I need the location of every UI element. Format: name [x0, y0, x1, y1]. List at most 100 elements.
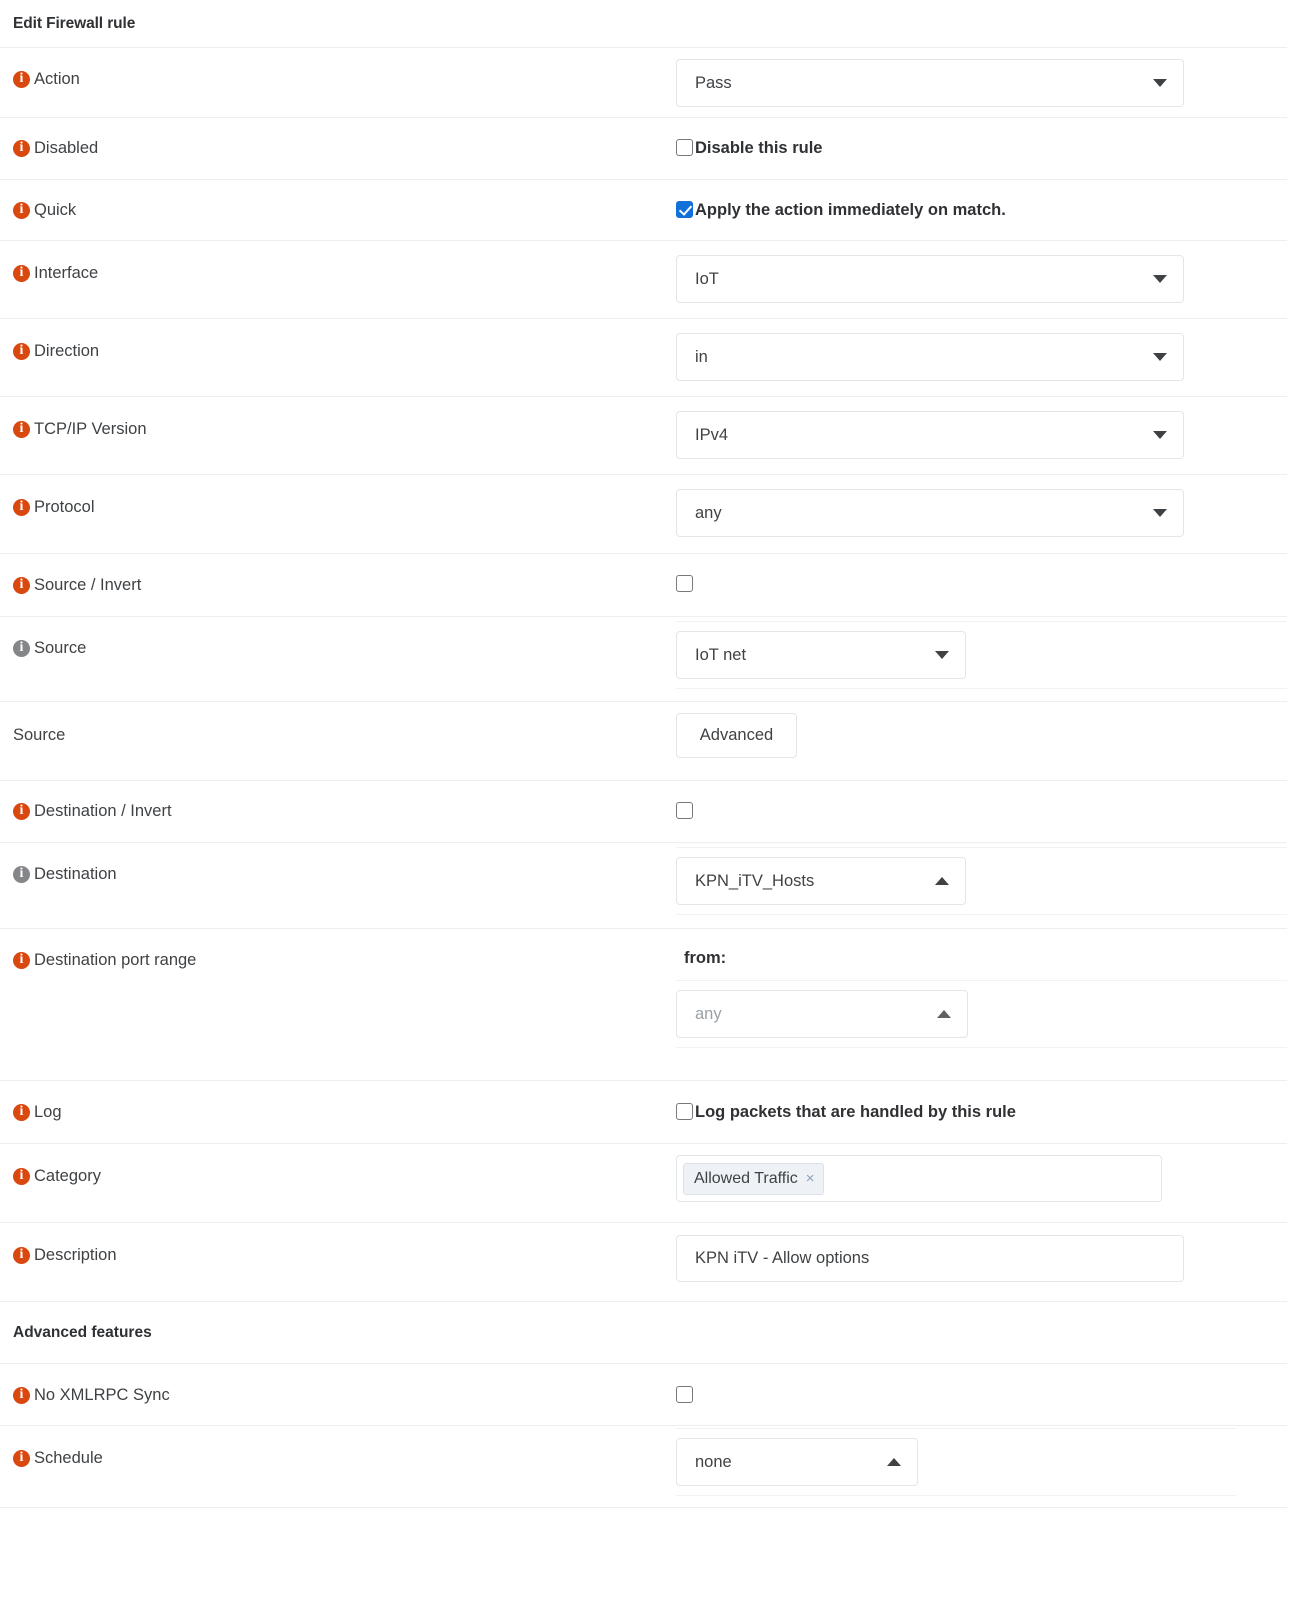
label-source-invert: Source / Invert [34, 576, 142, 594]
source-select-wrapper: IoT net [676, 621, 1287, 689]
chevron-down-icon [1153, 275, 1167, 283]
label-cell-quick: Quick [0, 180, 676, 221]
source-invert-checkbox[interactable] [676, 575, 693, 592]
info-icon[interactable] [13, 639, 30, 657]
label-cell-destination: Destination [0, 843, 676, 885]
field-cell-action: Pass [676, 48, 1287, 107]
schedule-select-wrapper: none [676, 1428, 1236, 1496]
action-select[interactable]: Pass [676, 59, 1184, 107]
tcpip-version-select-value: IPv4 [695, 425, 729, 444]
label-cell-protocol: Protocol [0, 475, 676, 518]
page-title-row: Edit Firewall rule [0, 0, 1287, 48]
chevron-up-icon [887, 1458, 901, 1466]
info-icon[interactable] [13, 1167, 30, 1185]
field-cell-category: Allowed Traffic × [676, 1144, 1287, 1202]
schedule-select[interactable]: none [676, 1438, 918, 1486]
disable-rule-checkbox-line[interactable]: Disable this rule [676, 139, 822, 157]
source-advanced-button[interactable]: Advanced [676, 713, 797, 758]
field-cell-direction: in [676, 319, 1287, 381]
row-disabled: Disabled Disable this rule [0, 118, 1287, 180]
tcpip-version-select[interactable]: IPv4 [676, 411, 1184, 459]
row-log: Log Log packets that are handled by this… [0, 1081, 1287, 1144]
protocol-select[interactable]: any [676, 489, 1184, 537]
field-cell-disabled: Disable this rule [676, 118, 1287, 157]
destination-port-from-select[interactable]: any [676, 990, 968, 1038]
destination-invert-checkbox[interactable] [676, 802, 693, 819]
source-select[interactable]: IoT net [676, 631, 966, 679]
row-destination-port-range: Destination port range from: any [0, 929, 1287, 1081]
interface-select-value: IoT [695, 269, 719, 288]
category-token[interactable]: Allowed Traffic × [683, 1162, 824, 1195]
label-cell-no-xmlrpc: No XMLRPC Sync [0, 1364, 676, 1406]
log-checkbox[interactable] [676, 1103, 693, 1120]
advanced-features-header: Advanced features [0, 1302, 1287, 1364]
category-token-label: Allowed Traffic [694, 1169, 798, 1187]
info-icon[interactable] [13, 201, 30, 219]
row-description: Description [0, 1223, 1287, 1302]
page-title: Edit Firewall rule [13, 14, 136, 32]
field-cell-source-advanced: Advanced [676, 702, 1287, 758]
chevron-down-icon [1153, 353, 1167, 361]
label-destination-invert: Destination / Invert [34, 802, 172, 820]
direction-select[interactable]: in [676, 333, 1184, 381]
label-cell-disabled: Disabled [0, 118, 676, 159]
row-source-advanced: Source Advanced [0, 702, 1287, 781]
info-icon[interactable] [13, 951, 30, 969]
action-select-value: Pass [695, 73, 732, 92]
info-icon[interactable] [13, 70, 30, 88]
destination-select-wrapper: KPN_iTV_Hosts [676, 847, 1287, 915]
label-destination-port-range: Destination port range [34, 951, 197, 969]
field-cell-log: Log packets that are handled by this rul… [676, 1081, 1287, 1121]
label-direction: Direction [34, 342, 100, 360]
row-category: Category Allowed Traffic × [0, 1144, 1287, 1223]
info-icon[interactable] [13, 498, 30, 516]
log-checkbox-line[interactable]: Log packets that are handled by this rul… [676, 1103, 1016, 1121]
label-destination: Destination [34, 865, 117, 883]
label-log: Log [34, 1103, 62, 1121]
info-icon[interactable] [13, 802, 30, 820]
interface-select[interactable]: IoT [676, 255, 1184, 303]
label-cell-destination-invert: Destination / Invert [0, 781, 676, 822]
field-cell-source: IoT net [676, 617, 1287, 689]
protocol-select-value: any [695, 503, 722, 522]
label-cell-description: Description [0, 1223, 676, 1266]
info-icon[interactable] [13, 1103, 30, 1121]
info-icon[interactable] [13, 576, 30, 594]
info-icon[interactable] [13, 1449, 30, 1467]
label-protocol: Protocol [34, 498, 95, 516]
advanced-features-title: Advanced features [13, 1323, 152, 1341]
chevron-down-icon [1153, 79, 1167, 87]
description-input[interactable] [676, 1235, 1184, 1282]
disable-rule-checkbox[interactable] [676, 139, 693, 156]
close-icon[interactable]: × [806, 1171, 815, 1186]
field-cell-quick: Apply the action immediately on match. [676, 180, 1287, 219]
info-icon[interactable] [13, 865, 30, 883]
field-cell-protocol: any [676, 475, 1287, 537]
from-label: from: [684, 949, 727, 967]
schedule-select-value: none [695, 1452, 732, 1471]
label-cell-source: Source [0, 617, 676, 659]
label-tcpip-version: TCP/IP Version [34, 420, 147, 438]
label-action: Action [34, 70, 80, 88]
field-cell-schedule: none [676, 1426, 1287, 1496]
quick-checkbox-line[interactable]: Apply the action immediately on match. [676, 201, 1006, 219]
info-icon[interactable] [13, 1386, 30, 1404]
label-cell-tcpip: TCP/IP Version [0, 397, 676, 440]
row-action: Action Pass [0, 48, 1287, 118]
label-cell-destination-port-range: Destination port range [0, 929, 676, 971]
row-interface: Interface IoT [0, 241, 1287, 319]
destination-port-from-value: any [695, 1004, 722, 1023]
disable-rule-label: Disable this rule [695, 139, 823, 157]
info-icon[interactable] [13, 139, 30, 157]
info-icon[interactable] [13, 342, 30, 360]
quick-label: Apply the action immediately on match. [695, 201, 1006, 219]
info-icon[interactable] [13, 1246, 30, 1264]
category-token-field[interactable]: Allowed Traffic × [676, 1155, 1162, 1202]
info-icon[interactable] [13, 420, 30, 438]
destination-port-from-wrapper: any [676, 980, 1287, 1048]
no-xmlrpc-sync-checkbox[interactable] [676, 1386, 693, 1403]
row-source: Source IoT net [0, 617, 1287, 702]
info-icon[interactable] [13, 264, 30, 282]
destination-select[interactable]: KPN_iTV_Hosts [676, 857, 966, 905]
quick-checkbox[interactable] [676, 201, 693, 218]
